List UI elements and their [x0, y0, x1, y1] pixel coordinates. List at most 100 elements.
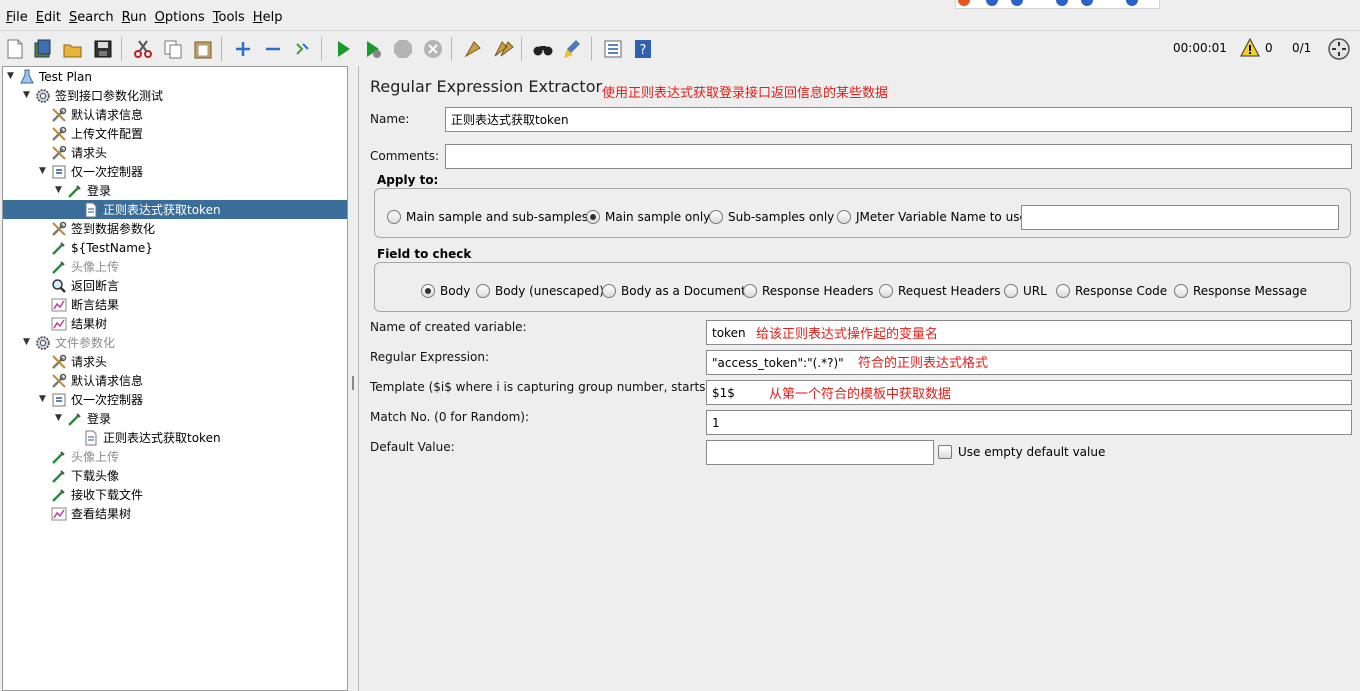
tree-node[interactable]: ${TestName}	[51, 238, 153, 257]
tree-node[interactable]: ▼ Test Plan	[7, 67, 92, 86]
function-helper-icon[interactable]	[601, 37, 625, 61]
copy-icon[interactable]	[161, 37, 185, 61]
radio-button[interactable]	[421, 284, 435, 298]
tree-node[interactable]: 默认请求信息	[51, 105, 143, 124]
tree-node[interactable]: 查看结果树	[51, 504, 131, 523]
tree-node[interactable]: 头像上传	[51, 257, 119, 276]
tree-node[interactable]: ▼ 仅一次控制器	[39, 162, 143, 181]
apply-sub-only-radio[interactable]: Sub-samples only	[709, 210, 834, 224]
controller-icon	[51, 164, 67, 180]
radio-button[interactable]	[586, 210, 600, 224]
jmeter-variable-field[interactable]	[1021, 205, 1339, 230]
regex-field[interactable]: "access_token":"(.*?)"	[706, 350, 1352, 375]
radio-button[interactable]	[602, 284, 616, 298]
name-field[interactable]: 正则表达式获取token	[445, 107, 1352, 132]
templates-icon[interactable]	[31, 37, 55, 61]
field-body-unescaped-radio[interactable]: Body (unescaped)	[476, 284, 604, 298]
checkbox[interactable]	[938, 445, 952, 459]
radio-button[interactable]	[879, 284, 893, 298]
use-empty-default-checkbox[interactable]: Use empty default value	[938, 445, 1105, 459]
radio-button[interactable]	[743, 284, 757, 298]
toggle-icon[interactable]	[291, 37, 315, 61]
apply-variable-radio[interactable]: JMeter Variable Name to use	[837, 210, 1027, 224]
widget-icon[interactable]	[986, 0, 998, 6]
search-icon[interactable]	[531, 37, 555, 61]
menu-options[interactable]: Options	[155, 10, 205, 25]
start-no-pauses-icon[interactable]	[361, 37, 385, 61]
field-body-radio[interactable]: Body	[421, 284, 470, 298]
radio-button[interactable]	[387, 210, 401, 224]
field-response-headers-radio[interactable]: Response Headers	[743, 284, 873, 298]
tree-node[interactable]: 签到数据参数化	[51, 219, 155, 238]
expand-toggle-icon[interactable]: ▼	[39, 166, 49, 176]
comments-field[interactable]	[445, 144, 1352, 169]
menu-help[interactable]: Help	[253, 10, 283, 25]
widget-icon[interactable]	[1011, 0, 1023, 6]
tree-node[interactable]: ▼ 签到接口参数化测试	[23, 86, 163, 105]
expand-icon[interactable]	[231, 37, 255, 61]
menu-search[interactable]: Search	[69, 10, 114, 25]
shutdown-icon[interactable]	[421, 37, 445, 61]
match-number-field[interactable]: 1	[706, 410, 1352, 435]
split-pane-divider[interactable]	[348, 66, 358, 691]
tree-node[interactable]: 默认请求信息	[51, 371, 143, 390]
new-icon[interactable]	[3, 37, 27, 61]
help-icon[interactable]: ?	[631, 37, 655, 61]
field-response-message-radio[interactable]: Response Message	[1174, 284, 1307, 298]
apply-main-and-sub-radio[interactable]: Main sample and sub-samples	[387, 210, 588, 224]
start-icon[interactable]	[331, 37, 355, 61]
tree-node[interactable]: 下载头像	[51, 466, 119, 485]
widget-icon[interactable]	[1126, 0, 1138, 6]
stop-icon[interactable]	[391, 37, 415, 61]
menu-edit[interactable]: Edit	[36, 10, 61, 25]
clear-icon[interactable]	[461, 37, 485, 61]
tree-node[interactable]: ▼ 文件参数化	[23, 333, 115, 352]
tree-node[interactable]: ▼ 登录	[55, 181, 111, 200]
open-icon[interactable]	[61, 37, 85, 61]
divider-grip[interactable]	[352, 376, 354, 390]
radio-button[interactable]	[1004, 284, 1018, 298]
radio-button[interactable]	[1174, 284, 1188, 298]
tree-node[interactable]: 正则表达式获取token	[83, 428, 221, 447]
expand-toggle-icon[interactable]: ▼	[23, 90, 33, 100]
menu-file[interactable]: File	[6, 10, 28, 25]
tree-node[interactable]: 接收下载文件	[51, 485, 143, 504]
tree-node[interactable]: 断言结果	[51, 295, 119, 314]
collapse-icon[interactable]	[261, 37, 285, 61]
tree-node[interactable]: 结果树	[51, 314, 107, 333]
widget-icon[interactable]	[1081, 0, 1093, 6]
paste-icon[interactable]	[191, 37, 215, 61]
remote-icon[interactable]	[1327, 37, 1351, 64]
field-response-code-radio[interactable]: Response Code	[1056, 284, 1167, 298]
widget-icon[interactable]	[1056, 0, 1068, 6]
default-value-field[interactable]	[706, 440, 934, 465]
tree-node[interactable]: 正则表达式获取token	[3, 200, 347, 219]
save-icon[interactable]	[91, 37, 115, 61]
radio-button[interactable]	[476, 284, 490, 298]
tree-node[interactable]: 上传文件配置	[51, 124, 143, 143]
radio-button[interactable]	[709, 210, 723, 224]
radio-button[interactable]	[1056, 284, 1070, 298]
tree-node[interactable]: ▼ 仅一次控制器	[39, 390, 143, 409]
menu-run[interactable]: Run	[122, 10, 147, 25]
field-request-headers-radio[interactable]: Request Headers	[879, 284, 1001, 298]
expand-toggle-icon[interactable]: ▼	[7, 71, 17, 81]
warning-icon[interactable]	[1240, 37, 1260, 61]
tree-node[interactable]: 返回断言	[51, 276, 119, 295]
menu-tools[interactable]: Tools	[213, 10, 245, 25]
expand-toggle-icon[interactable]: ▼	[55, 413, 65, 423]
clear-all-icon[interactable]	[491, 37, 515, 61]
cut-icon[interactable]	[131, 37, 155, 61]
tree-node[interactable]: 请求头	[51, 143, 107, 162]
field-url-radio[interactable]: URL	[1004, 284, 1047, 298]
expand-toggle-icon[interactable]: ▼	[55, 185, 65, 195]
field-body-document-radio[interactable]: Body as a Document	[602, 284, 746, 298]
tree-node[interactable]: 请求头	[51, 352, 107, 371]
apply-main-only-radio[interactable]: Main sample only	[586, 210, 710, 224]
tree-node[interactable]: 头像上传	[51, 447, 119, 466]
reset-search-icon[interactable]	[561, 37, 585, 61]
tree-node[interactable]: ▼ 登录	[55, 409, 111, 428]
expand-toggle-icon[interactable]: ▼	[39, 394, 49, 404]
expand-toggle-icon[interactable]: ▼	[23, 337, 33, 347]
radio-button[interactable]	[837, 210, 851, 224]
